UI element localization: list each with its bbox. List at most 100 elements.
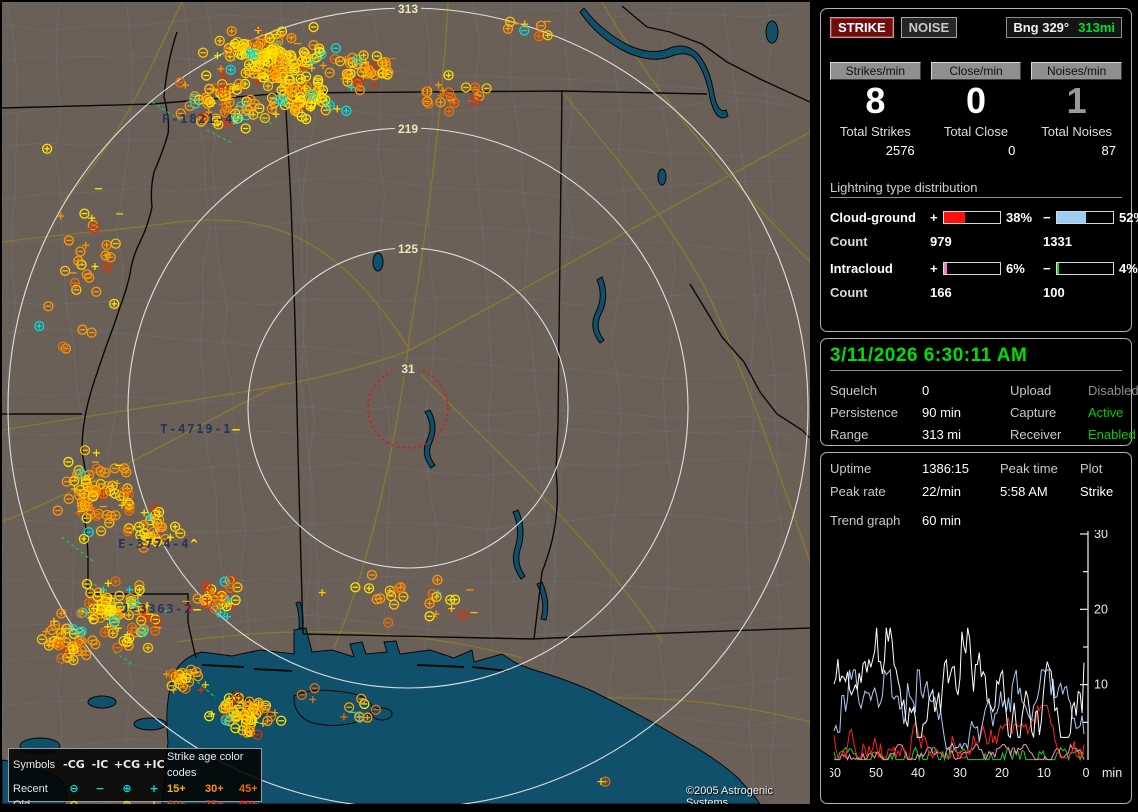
svg-text:219: 219: [398, 122, 418, 136]
plot-value: Strike: [1080, 484, 1122, 499]
ic-pos-old-icon: +: [141, 797, 167, 804]
legend-symbols-header: Symbols: [13, 757, 61, 773]
strike-toggle-button[interactable]: STRIKE: [830, 17, 894, 38]
ic-neg-old-icon: −: [87, 797, 113, 804]
legend-cg-pos-header: +CG: [113, 757, 141, 773]
svg-text:313: 313: [398, 2, 418, 16]
trend-graph-label: Trend graph: [830, 513, 922, 528]
svg-text:20: 20: [1094, 602, 1108, 616]
ic-positive-bar: [943, 262, 1001, 275]
total-close-label: Total Close: [931, 124, 1022, 139]
bearing-value: Bng 329°: [1013, 20, 1069, 35]
strikes-per-min-value: 8: [830, 80, 921, 122]
receiver-value: Enabled: [1088, 427, 1138, 442]
cg-pos-recent-icon: ⊕: [113, 781, 141, 797]
range-value: 313 mi: [922, 427, 1010, 442]
svg-text:20: 20: [995, 766, 1009, 780]
legend-recent-row: Recent ⊖ − ⊕ + 15+ 30+ 45+: [9, 781, 261, 797]
peak-rate-value: 22/min: [922, 484, 1000, 499]
range-value: 313mi: [1078, 20, 1115, 35]
svg-text:J-3363-2–: J-3363-2–: [121, 601, 202, 616]
status-panel: 3/11/2026 6:30:11 AM Squelch 0 Upload Di…: [820, 338, 1132, 446]
noises-per-min-chip[interactable]: Noises/min: [1031, 62, 1122, 80]
ic-pos-recent-icon: +: [141, 781, 167, 797]
receiver-label: Receiver: [1010, 427, 1088, 442]
intracloud-row: Intracloud + 6% − 4%: [830, 261, 1122, 276]
total-strikes-value: 2576: [830, 143, 921, 158]
cg-pos-old-icon: ⊕: [113, 797, 141, 804]
total-strikes-label: Total Strikes: [830, 124, 921, 139]
svg-text:10: 10: [1037, 766, 1051, 780]
total-noises-label: Total Noises: [1031, 124, 1122, 139]
peak-time-value: 5:58 AM: [1000, 484, 1080, 499]
cloud-ground-label: Cloud-ground: [830, 210, 930, 225]
ic-negative-count: 100: [1043, 285, 1122, 300]
close-column: Close/min 0 Total Close 0: [931, 62, 1022, 158]
uptime-value: 1386:15: [922, 461, 1000, 476]
capture-label: Capture: [1010, 405, 1088, 420]
legend-header-row: Symbols -CG -IC +CG +IC Strike age color…: [9, 749, 261, 781]
map-legend: Symbols -CG -IC +CG +IC Strike age color…: [8, 748, 262, 802]
cg-neg-recent-icon: ⊖: [61, 781, 87, 797]
svg-text:30: 30: [1094, 530, 1108, 541]
copyright-text: ©2005 Astrogenic Systems: [686, 785, 810, 804]
noise-toggle-button[interactable]: NOISE: [901, 17, 957, 38]
svg-text:40: 40: [911, 766, 925, 780]
distribution-title: Lightning type distribution: [830, 180, 1122, 198]
squelch-label: Squelch: [830, 383, 922, 398]
svg-text:50: 50: [869, 766, 883, 780]
cg-negative-bar: [1056, 211, 1114, 224]
intracloud-count-row: Count 166 100: [830, 285, 1122, 300]
legend-ic-neg-header: -IC: [87, 757, 113, 773]
cg-negative-pct: 52%: [1114, 210, 1138, 225]
upload-value: Disabled: [1088, 383, 1138, 398]
app-window: P-1821-4 T-4719-1– E-3774-4^ J-3363-2– 313 2…: [0, 0, 1138, 812]
intracloud-label: Intracloud: [830, 261, 930, 276]
total-close-value: 0: [931, 143, 1022, 158]
bearing-range-readout: Bng 329° 313mi: [1006, 17, 1122, 38]
cg-neg-old-icon: ⊖: [61, 797, 87, 804]
cloud-ground-row: Cloud-ground + 38% − 52%: [830, 210, 1122, 225]
svg-text:60: 60: [830, 766, 841, 780]
ic-negative-pct: 4%: [1114, 261, 1138, 276]
svg-text:P-1821-4: P-1821-4: [162, 111, 234, 126]
minus-sign: −: [1043, 261, 1056, 276]
cg-positive-pct: 38%: [1001, 210, 1043, 225]
legend-cg-neg-header: -CG: [61, 757, 87, 773]
close-per-min-value: 0: [931, 80, 1022, 122]
svg-text:10: 10: [1094, 678, 1108, 692]
capture-value: Active: [1088, 405, 1138, 420]
peak-rate-label: Peak rate: [830, 484, 922, 499]
minus-sign: −: [1043, 210, 1056, 225]
svg-text:min: min: [1102, 766, 1122, 780]
svg-text:31: 31: [401, 362, 415, 376]
close-per-min-chip[interactable]: Close/min: [931, 62, 1022, 80]
svg-text:0: 0: [1083, 766, 1090, 780]
map-view[interactable]: P-1821-4 T-4719-1– E-3774-4^ J-3363-2– 313 2…: [2, 2, 810, 804]
ic-positive-count: 166: [930, 285, 1043, 300]
svg-text:T-4719-1–: T-4719-1–: [160, 421, 241, 436]
legend-old-row: Old ⊖ − ⊕ + 60+ 75+ 90+: [9, 797, 261, 804]
plus-sign: +: [930, 210, 943, 225]
lightning-map-canvas[interactable]: P-1821-4 T-4719-1– E-3774-4^ J-3363-2– 313 2…: [2, 2, 810, 804]
ic-positive-pct: 6%: [1001, 261, 1043, 276]
svg-text:E-3774-4^: E-3774-4^: [118, 536, 199, 551]
plot-label: Plot: [1080, 461, 1122, 476]
upload-label: Upload: [1010, 383, 1088, 398]
persistence-value: 90 min: [922, 405, 1010, 420]
peak-time-label: Peak time: [1000, 461, 1080, 476]
trend-graph: 10 20 30 60 50 40 30 20 10 0 min: [830, 530, 1124, 792]
datetime-display: 3/11/2026 6:30:11 AM: [830, 345, 1122, 371]
trend-window-value: 60 min: [922, 513, 1000, 528]
strikes-column: Strikes/min 8 Total Strikes 2576: [830, 62, 921, 158]
ic-neg-recent-icon: −: [87, 781, 113, 797]
squelch-value: 0: [922, 383, 1010, 398]
persistence-label: Persistence: [830, 405, 922, 420]
strikes-per-min-chip[interactable]: Strikes/min: [830, 62, 921, 80]
noises-per-min-value: 1: [1031, 80, 1122, 122]
cloud-ground-count-row: Count 979 1331: [830, 234, 1122, 249]
uptime-label: Uptime: [830, 461, 922, 476]
legend-ic-pos-header: +IC: [141, 757, 167, 773]
svg-text:30: 30: [953, 766, 967, 780]
svg-text:125: 125: [398, 242, 418, 256]
